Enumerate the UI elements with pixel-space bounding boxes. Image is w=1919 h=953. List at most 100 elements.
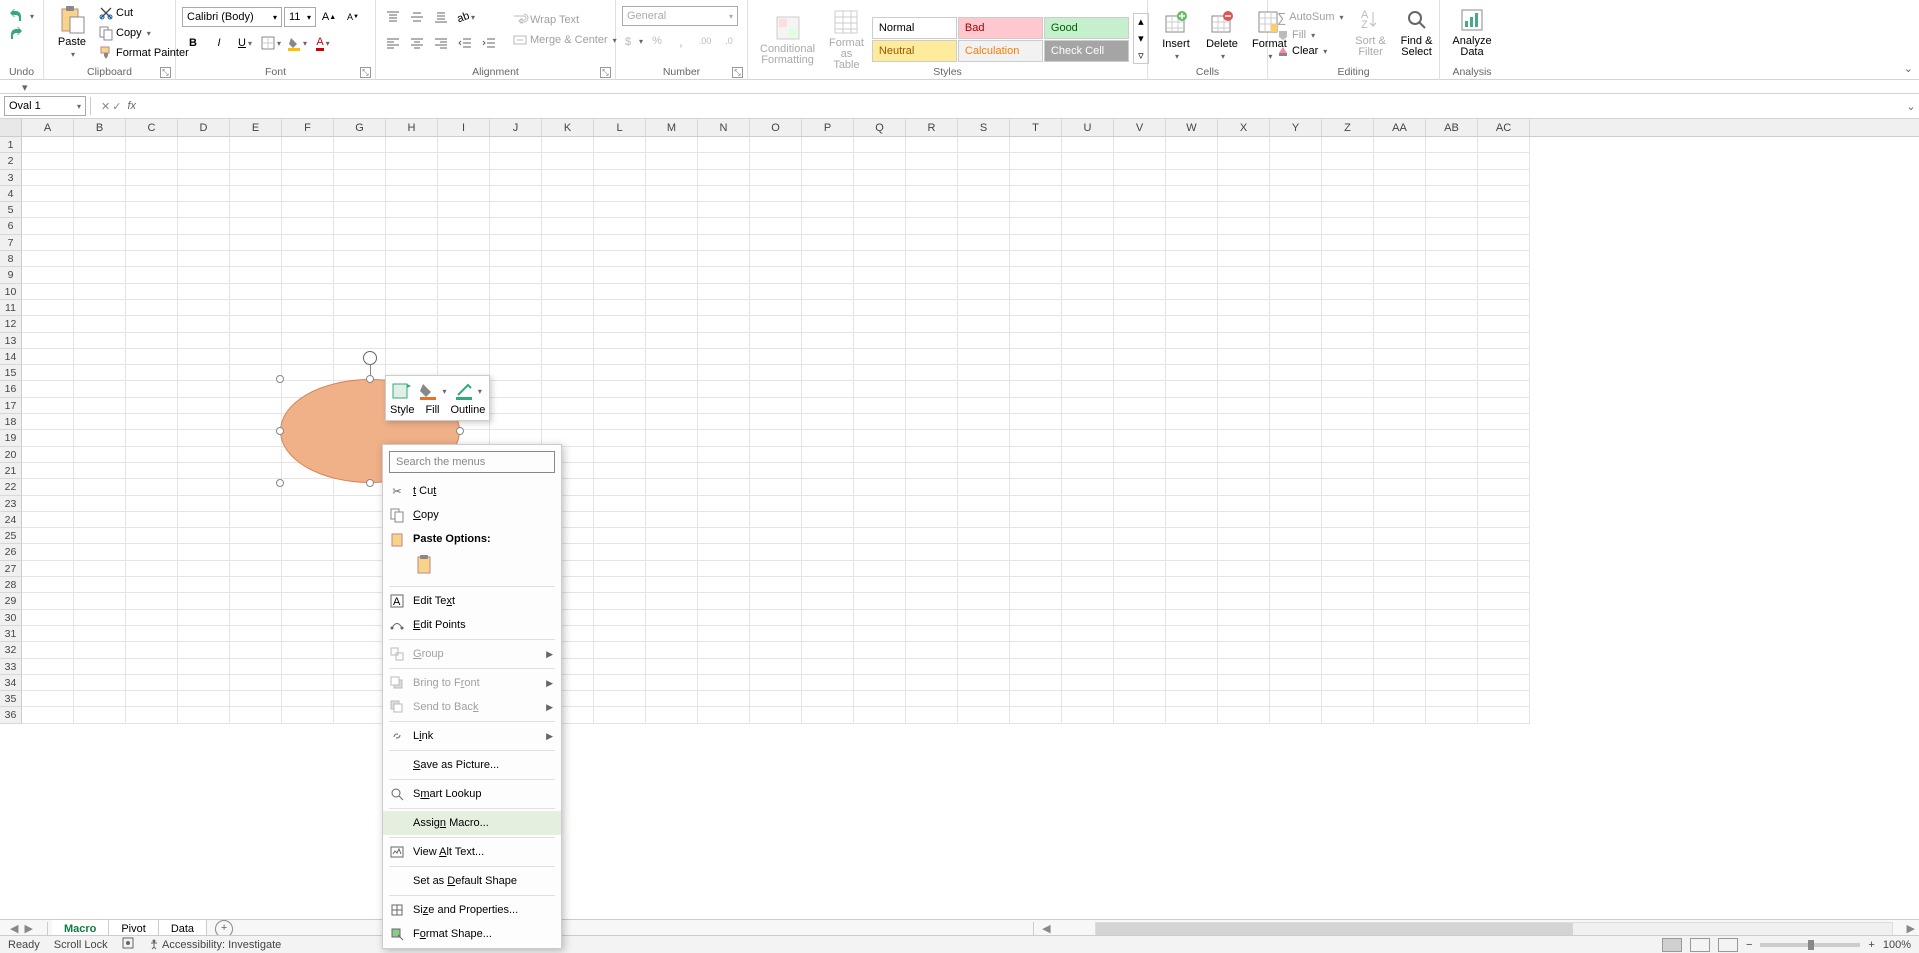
cell[interactable] xyxy=(282,512,334,528)
cell[interactable] xyxy=(698,447,750,463)
cell[interactable] xyxy=(750,267,802,283)
percent-button[interactable]: % xyxy=(646,30,668,52)
cell[interactable] xyxy=(438,300,490,316)
cell[interactable] xyxy=(1114,218,1166,234)
rotate-handle[interactable] xyxy=(363,351,377,365)
column-header[interactable]: H xyxy=(386,119,438,136)
cell[interactable] xyxy=(854,577,906,593)
cell[interactable] xyxy=(958,593,1010,609)
cell[interactable] xyxy=(1062,137,1114,153)
cell[interactable] xyxy=(1114,463,1166,479)
cell[interactable] xyxy=(334,691,386,707)
row-header[interactable]: 34 xyxy=(0,675,22,691)
cell[interactable] xyxy=(74,414,126,430)
row-header[interactable]: 19 xyxy=(0,430,22,446)
row-header[interactable]: 21 xyxy=(0,463,22,479)
cell[interactable] xyxy=(74,235,126,251)
cell[interactable] xyxy=(854,675,906,691)
column-header[interactable]: N xyxy=(698,119,750,136)
cell[interactable] xyxy=(1478,300,1530,316)
cell[interactable] xyxy=(1114,561,1166,577)
cell[interactable] xyxy=(74,528,126,544)
cell[interactable] xyxy=(178,365,230,381)
cell[interactable] xyxy=(906,218,958,234)
cell[interactable] xyxy=(126,333,178,349)
cell[interactable] xyxy=(1478,642,1530,658)
cell[interactable] xyxy=(1426,316,1478,332)
cell[interactable] xyxy=(802,218,854,234)
cell[interactable] xyxy=(74,561,126,577)
column-header[interactable]: I xyxy=(438,119,490,136)
cell[interactable] xyxy=(178,707,230,723)
cell[interactable] xyxy=(490,186,542,202)
cell[interactable] xyxy=(126,267,178,283)
cell[interactable] xyxy=(1478,218,1530,234)
cell[interactable] xyxy=(646,398,698,414)
cell[interactable] xyxy=(230,479,282,495)
cell[interactable] xyxy=(282,267,334,283)
cell[interactable] xyxy=(74,691,126,707)
cell[interactable] xyxy=(334,544,386,560)
cell[interactable] xyxy=(1478,333,1530,349)
cell[interactable] xyxy=(594,414,646,430)
cell[interactable] xyxy=(22,496,74,512)
cell[interactable] xyxy=(178,496,230,512)
column-header[interactable]: Z xyxy=(1322,119,1374,136)
cell[interactable] xyxy=(386,137,438,153)
row-header[interactable]: 27 xyxy=(0,561,22,577)
cell[interactable] xyxy=(1218,137,1270,153)
cell[interactable] xyxy=(386,186,438,202)
cell[interactable] xyxy=(22,479,74,495)
cell[interactable] xyxy=(1322,675,1374,691)
cell[interactable] xyxy=(74,153,126,169)
cell[interactable] xyxy=(1166,333,1218,349)
cell[interactable] xyxy=(906,284,958,300)
cell[interactable] xyxy=(802,202,854,218)
cell[interactable] xyxy=(1478,430,1530,446)
mini-fill-button[interactable]: Fill xyxy=(420,380,444,416)
cell[interactable] xyxy=(74,300,126,316)
cell[interactable] xyxy=(906,398,958,414)
cell[interactable] xyxy=(802,463,854,479)
cell[interactable] xyxy=(594,170,646,186)
cell[interactable] xyxy=(386,251,438,267)
cell[interactable] xyxy=(1426,430,1478,446)
cell[interactable] xyxy=(802,284,854,300)
cell[interactable] xyxy=(282,561,334,577)
cell[interactable] xyxy=(1114,300,1166,316)
cell[interactable] xyxy=(854,544,906,560)
cell[interactable] xyxy=(646,300,698,316)
cell[interactable] xyxy=(1478,267,1530,283)
cell[interactable] xyxy=(230,137,282,153)
cell[interactable] xyxy=(1478,561,1530,577)
row-header[interactable]: 33 xyxy=(0,659,22,675)
resize-handle-e[interactable] xyxy=(456,427,464,435)
cell[interactable] xyxy=(750,137,802,153)
cell[interactable] xyxy=(1322,398,1374,414)
cell[interactable] xyxy=(906,153,958,169)
cell[interactable] xyxy=(178,691,230,707)
cell[interactable] xyxy=(854,267,906,283)
cell[interactable] xyxy=(334,218,386,234)
cell[interactable] xyxy=(1218,447,1270,463)
cell[interactable] xyxy=(1114,593,1166,609)
cell[interactable] xyxy=(178,544,230,560)
cell[interactable] xyxy=(1478,186,1530,202)
cell[interactable] xyxy=(1374,398,1426,414)
cell[interactable] xyxy=(1374,707,1426,723)
font-size-combo[interactable]: 11▾ xyxy=(284,7,316,27)
row-header[interactable]: 13 xyxy=(0,333,22,349)
cell[interactable] xyxy=(490,251,542,267)
cell[interactable] xyxy=(1426,626,1478,642)
cell[interactable] xyxy=(178,284,230,300)
cell[interactable] xyxy=(542,300,594,316)
cell[interactable] xyxy=(594,153,646,169)
cell[interactable] xyxy=(1166,577,1218,593)
cell[interactable] xyxy=(178,202,230,218)
cell[interactable] xyxy=(646,137,698,153)
cell[interactable] xyxy=(1114,170,1166,186)
autosum-button[interactable]: ∑AutoSum xyxy=(1274,9,1347,26)
cell[interactable] xyxy=(74,398,126,414)
cell[interactable] xyxy=(958,610,1010,626)
context-bring-front[interactable]: Bring to Front▶ xyxy=(383,671,561,695)
